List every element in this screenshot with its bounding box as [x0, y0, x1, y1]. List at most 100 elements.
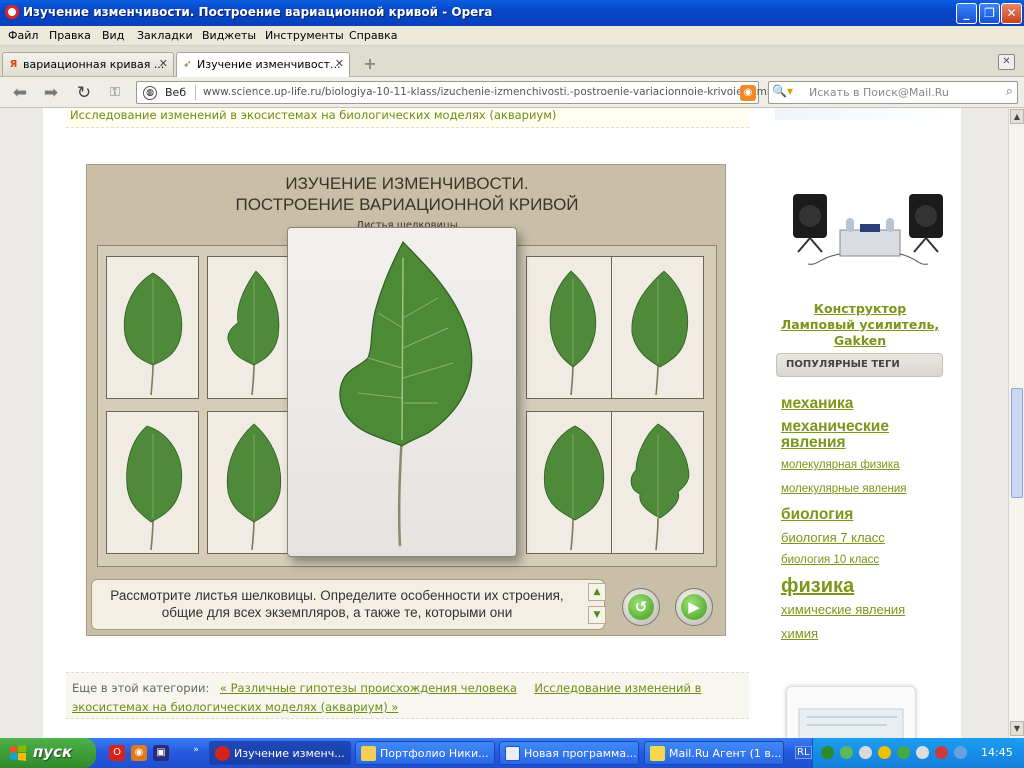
closed-tabs-trash-icon[interactable]: ✕ — [998, 54, 1015, 70]
scroll-down-button[interactable]: ▼ — [588, 606, 606, 624]
yandex-icon: Я — [9, 59, 18, 70]
window-title: Изучение изменчивости. Построение вариац… — [23, 5, 493, 19]
restart-button[interactable]: ↺ — [622, 588, 660, 626]
tube-amplifier-image[interactable] — [788, 186, 948, 276]
start-button[interactable]: пуск — [0, 738, 96, 768]
tag-link[interactable]: химия — [781, 626, 818, 641]
task-new-program[interactable]: Новая программа... — [499, 741, 639, 765]
thumbnail-image — [798, 708, 904, 738]
scroll-up-button[interactable]: ▲ — [588, 583, 606, 601]
new-tab-icon[interactable]: + — [361, 55, 379, 73]
promo-strip — [775, 108, 945, 120]
rss-icon[interactable]: ◉ — [740, 85, 756, 101]
close-tab-icon[interactable]: ✕ — [335, 57, 344, 70]
firefox-quicklaunch-icon[interactable]: ◉ — [131, 745, 147, 761]
tag-link[interactable]: биология 10 класс — [781, 554, 879, 566]
scroll-down-arrow[interactable]: ▼ — [1010, 721, 1024, 736]
leaf-card[interactable] — [106, 411, 199, 554]
tray-network-icon[interactable] — [859, 746, 872, 759]
mail-agent-icon — [650, 746, 665, 761]
app-title: ИЗУЧЕНИЕ ИЗМЕНЧИВОСТИ. ПОСТРОЕНИЕ ВАРИАЦ… — [235, 174, 579, 214]
aquarium-link[interactable]: Исследование изменений в экосистемах на … — [70, 108, 556, 122]
instruction-panel: Рассмотрите листья шелковицы. Определите… — [91, 579, 606, 630]
folder-icon — [361, 746, 376, 761]
minimize-button[interactable]: _ — [956, 3, 977, 24]
menu-widgets[interactable]: Виджеты — [202, 29, 256, 42]
tray-antivirus-icon[interactable] — [840, 746, 853, 759]
tab-izuchenie[interactable]: ➶ Изучение изменчивост... ✕ — [176, 52, 350, 77]
tray-update-icon[interactable] — [935, 746, 948, 759]
quicklaunch-expand-icon[interactable]: » — [188, 742, 204, 758]
large-leaf-icon — [339, 240, 473, 547]
reload-icon[interactable]: ↻ — [73, 82, 95, 104]
menu-bookmarks[interactable]: Закладки — [137, 29, 193, 42]
tray-arrow-icon[interactable] — [821, 746, 834, 759]
menu-help[interactable]: Справка — [349, 29, 397, 42]
tab-variation-curve[interactable]: Я вариационная кривая ... ✕ — [2, 52, 174, 76]
tray-volume-icon[interactable] — [916, 746, 929, 759]
tag-link[interactable]: биология — [781, 506, 853, 524]
tag-link[interactable]: биология 7 класс — [781, 530, 885, 545]
leaf-card[interactable] — [526, 256, 619, 399]
leaf-card[interactable] — [526, 411, 619, 554]
address-field[interactable]: ◍ Веб www.science.up-life.ru/biologiya-1… — [136, 81, 770, 104]
leaf-card[interactable] — [611, 256, 704, 399]
tag-link[interactable]: механика — [781, 395, 853, 413]
tag-link[interactable]: молекулярные явления — [781, 483, 907, 495]
tray-skype-icon[interactable] — [897, 746, 910, 759]
search-go-icon[interactable]: ⌕ — [1006, 84, 1013, 99]
task-opera[interactable]: Изучение изменч... — [209, 741, 351, 765]
leaf-icon — [123, 272, 183, 396]
play-icon: ▶ — [681, 594, 707, 620]
restore-button[interactable]: ❐ — [979, 3, 1000, 24]
leaf-card[interactable] — [106, 256, 199, 399]
search-field[interactable]: 🔍▾ Искать в Поиск@Mail.Ru ⌕ — [768, 81, 1018, 104]
tag-link[interactable]: физика — [781, 575, 854, 598]
leaf-zoom-popup[interactable] — [287, 227, 517, 557]
menu-view[interactable]: Вид — [102, 29, 124, 42]
page-scrollbar[interactable]: ▲ ▼ — [1008, 108, 1024, 738]
restart-icon: ↺ — [628, 594, 654, 620]
scroll-up-arrow[interactable]: ▲ — [1010, 109, 1024, 124]
product-title-link[interactable]: Конструктор Ламповый усилитель, Gakken — [775, 301, 945, 349]
tab-bar: Я вариационная кривая ... ✕ ➶ Изучение и… — [0, 46, 1024, 77]
tray-mail-icon[interactable] — [878, 746, 891, 759]
leaf-icon — [126, 425, 183, 551]
windows-flag-icon — [10, 745, 26, 761]
menu-edit[interactable]: Правка — [49, 29, 91, 42]
close-tab-icon[interactable]: ✕ — [159, 57, 168, 70]
search-engine-icon[interactable]: 🔍▾ — [772, 84, 802, 101]
language-indicator[interactable]: RL — [795, 746, 812, 759]
close-window-button[interactable]: ✕ — [1001, 3, 1022, 24]
tag-link[interactable]: химические явления — [781, 602, 905, 617]
next-button[interactable]: ▶ — [675, 588, 713, 626]
instruction-text: Рассмотрите листья шелковицы. Определите… — [110, 588, 564, 620]
task-portfolio[interactable]: Портфолио Ники... — [355, 741, 495, 765]
popular-tags-heading: ПОПУЛЯРНЫЕ ТЕГИ — [776, 353, 943, 377]
prev-article-link[interactable]: « Различные гипотезы происхождения челов… — [220, 681, 517, 695]
url-text[interactable]: www.science.up-life.ru/biologiya-10-11-k… — [203, 86, 770, 98]
leaf-card[interactable] — [611, 411, 704, 554]
tab-label: вариационная кривая ... — [23, 58, 165, 71]
system-tray: 14:45 — [812, 738, 1024, 768]
menu-bar: Файл Правка Вид Закладки Виджеты Инструм… — [0, 26, 1024, 46]
document-icon — [505, 746, 520, 761]
opera-quicklaunch-icon[interactable]: O — [109, 745, 125, 761]
back-icon[interactable]: ⬅ — [9, 82, 31, 104]
promo-thumbnail[interactable] — [786, 686, 916, 738]
menu-file[interactable]: Файл — [8, 29, 38, 42]
page-content: Исследование изменений в экосистемах на … — [43, 108, 961, 738]
tag-link[interactable]: молекулярная физика — [781, 459, 900, 471]
page-viewport: Исследование изменений в экосистемах на … — [0, 108, 1008, 738]
scroll-thumb[interactable] — [1011, 388, 1023, 498]
media-quicklaunch-icon[interactable]: ▣ — [153, 745, 169, 761]
menu-tools[interactable]: Инструменты — [265, 29, 344, 42]
tray-usb-icon[interactable] — [954, 746, 967, 759]
leaf-icon — [549, 270, 597, 396]
task-mail-agent[interactable]: Mail.Ru Агент (1 в... — [644, 741, 784, 765]
wand-key-icon[interactable]: ⚿ — [104, 82, 126, 104]
search-placeholder: Искать в Поиск@Mail.Ru — [809, 86, 949, 99]
forward-icon[interactable]: ➡ — [40, 82, 62, 104]
start-label: пуск — [33, 743, 73, 761]
tag-link[interactable]: механические явления — [781, 419, 911, 451]
